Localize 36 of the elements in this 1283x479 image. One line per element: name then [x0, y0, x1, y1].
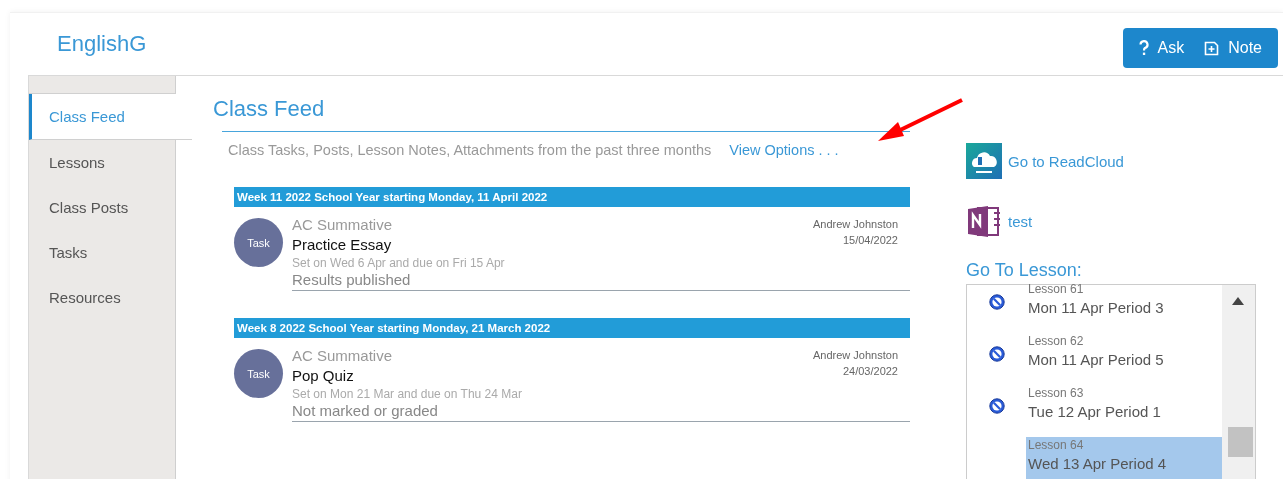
help-icon: [1138, 40, 1149, 56]
task-category: AC Summative: [292, 347, 394, 364]
scroll-thumb[interactable]: [1228, 427, 1253, 457]
ask-button[interactable]: Ask: [1128, 28, 1195, 68]
task-dates: Set on Mon 21 Mar and due on Thu 24 Mar: [292, 387, 522, 401]
cloud-book-icon: [966, 143, 1002, 179]
author-name: Andrew Johnston: [813, 348, 898, 363]
week-heading: Week 8 2022 School Year starting Monday, 21 March 2022: [234, 318, 910, 338]
sidebar-item[interactable]: Class Feed: [29, 94, 192, 140]
post-date: 15/04/2022: [841, 233, 898, 248]
note-icon: [1204, 40, 1220, 56]
feed-description: Class Tasks, Posts, Lesson Notes, Attachments from the past three months: [228, 142, 712, 160]
task-dates: Set on Wed 6 Apr and due on Fri 15 Apr: [292, 256, 505, 270]
week-heading: Week 11 2022 School Year starting Monday, 11 April 2022: [234, 187, 910, 207]
notebook-icon: [966, 203, 1002, 239]
sidebar-item[interactable]: Tasks: [29, 230, 175, 275]
author-name: Andrew Johnston: [813, 217, 898, 232]
sidebar-item[interactable]: Lessons: [29, 140, 175, 185]
task-category: AC Summative: [292, 216, 394, 233]
note-button[interactable]: Note: [1194, 28, 1272, 68]
lesson-list-title: Go To Lesson:: [966, 260, 1083, 282]
readcloud-link[interactable]: Go to ReadCloud: [1008, 152, 1124, 170]
class-title: EnglishG: [57, 31, 147, 57]
task-badge: Task: [234, 218, 283, 267]
task-title[interactable]: Pop Quiz: [292, 367, 522, 384]
task-status: Results published: [292, 271, 412, 288]
section-title: Class Feed: [213, 96, 326, 123]
notebook-link[interactable]: test: [1008, 212, 1033, 230]
sidebar-item[interactable]: Resources: [29, 275, 175, 320]
task-title[interactable]: Practice Essay: [292, 236, 505, 253]
post-date: 24/03/2022: [841, 364, 898, 379]
lesson-item[interactable]: Lesson 64 Wed 13 Apr Period 4: [1026, 437, 1222, 479]
sidebar-item[interactable]: Class Posts: [29, 185, 175, 230]
task-badge: Task: [234, 349, 283, 398]
task-status: Not marked or graded: [292, 402, 439, 419]
scroll-up-icon[interactable]: [1232, 297, 1244, 305]
